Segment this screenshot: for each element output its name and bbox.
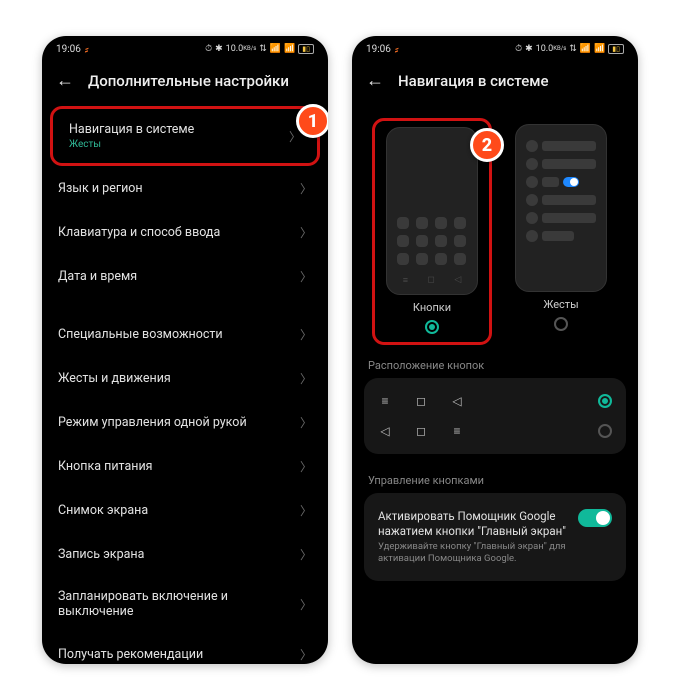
item-keyboard[interactable]: Клавиатура и способ ввода 〉 bbox=[42, 210, 328, 254]
phone-screen-1: 1 19:06 ⸗ ⏱✱ 10.0KB/s ⇅📶📶 ▮▯ ← Дополните… bbox=[42, 36, 328, 664]
back-arrow-icon[interactable]: ← bbox=[366, 72, 384, 90]
screen1-header: ← Дополнительные настройки bbox=[42, 62, 328, 106]
assistant-card: Активировать Помощник Google нажатием кн… bbox=[364, 493, 626, 581]
item-lang-region[interactable]: Язык и регион 〉 bbox=[42, 166, 328, 210]
status-right: ⏱✱ 10.0KB/s ⇅📶📶 ▮▯ bbox=[205, 44, 314, 54]
item-sublabel: Жесты bbox=[69, 139, 194, 150]
nav-order-icons: ≡ ◻ ◁ bbox=[378, 394, 464, 408]
assistant-sub: Удерживайте кнопку "Главный экран" для а… bbox=[378, 541, 578, 565]
radio-layout-2[interactable] bbox=[598, 424, 612, 438]
screen2-header: ← Навигация в системе bbox=[352, 62, 638, 106]
square-icon: ◻ bbox=[414, 394, 428, 408]
chevron-right-icon: 〉 bbox=[300, 502, 312, 519]
menu-icon: ≡ bbox=[378, 394, 392, 408]
layout-option-1[interactable]: ≡ ◻ ◁ bbox=[374, 386, 616, 416]
screen2-title: Навигация в системе bbox=[398, 72, 549, 90]
item-label: Навигация в системе bbox=[69, 122, 194, 137]
triangle-left-icon: ◁ bbox=[450, 394, 464, 408]
preview-gestures bbox=[515, 124, 607, 292]
item-gestures[interactable]: Жесты и движения 〉 bbox=[42, 356, 328, 400]
layout-option-2[interactable]: ◁ ◻ ≡ bbox=[374, 416, 616, 446]
square-icon: ◻ bbox=[414, 424, 428, 438]
chevron-right-icon: 〉 bbox=[300, 596, 312, 613]
status-bar: 19:06 ⸗ ⏱✱ 10.0KB/s ⇅📶📶 ▮▯ bbox=[42, 36, 328, 62]
section-gap bbox=[42, 298, 328, 312]
item-nav-system[interactable]: Навигация в системе Жесты 〉 bbox=[53, 109, 317, 163]
status-accent-icon: ⸗ bbox=[84, 43, 90, 56]
choice-gestures[interactable]: Жесты bbox=[504, 118, 618, 345]
item-screen-rec[interactable]: Запись экрана 〉 bbox=[42, 532, 328, 576]
button-layout-card: ≡ ◻ ◁ ◁ ◻ ≡ bbox=[364, 378, 626, 454]
status-bar: 19:06 ⸗ ⏱✱ 10.0KB/s ⇅📶📶 ▮▯ bbox=[352, 36, 638, 62]
chevron-right-icon: 〉 bbox=[300, 414, 312, 431]
chevron-right-icon: 〉 bbox=[300, 458, 312, 475]
highlight-nav-system: Навигация в системе Жесты 〉 bbox=[50, 106, 320, 166]
preview-navbar-icons: ≡◻◁ bbox=[393, 271, 471, 286]
section-button-layout: Расположение кнопок bbox=[352, 349, 638, 378]
step-badge-1: 1 bbox=[296, 104, 328, 138]
item-power-btn[interactable]: Кнопка питания 〉 bbox=[42, 444, 328, 488]
choice-gestures-label: Жесты bbox=[543, 298, 578, 311]
chevron-right-icon: 〉 bbox=[300, 646, 312, 663]
choice-buttons-label: Кнопки bbox=[413, 301, 451, 314]
screen1-list: Навигация в системе Жесты 〉 Язык и регио… bbox=[42, 106, 328, 664]
item-accessibility[interactable]: Специальные возможности 〉 bbox=[42, 312, 328, 356]
item-recommend[interactable]: Получать рекомендации 〉 bbox=[42, 632, 328, 664]
status-time: 19:06 bbox=[56, 44, 81, 55]
triangle-left-icon: ◁ bbox=[378, 424, 392, 438]
screen1-title: Дополнительные настройки bbox=[88, 72, 289, 90]
radio-layout-1[interactable] bbox=[598, 394, 612, 408]
assistant-toggle[interactable] bbox=[578, 509, 612, 527]
chevron-right-icon: 〉 bbox=[300, 546, 312, 563]
status-accent-icon: ⸗ bbox=[394, 43, 400, 56]
menu-icon: ≡ bbox=[450, 424, 464, 438]
assistant-title: Активировать Помощник Google нажатием кн… bbox=[378, 509, 578, 539]
status-time: 19:06 bbox=[366, 44, 391, 55]
item-date-time[interactable]: Дата и время 〉 bbox=[42, 254, 328, 298]
nav-order-icons: ◁ ◻ ≡ bbox=[378, 424, 464, 438]
radio-gestures[interactable] bbox=[554, 317, 568, 331]
chevron-right-icon: 〉 bbox=[300, 180, 312, 197]
chevron-right-icon: 〉 bbox=[300, 224, 312, 241]
chevron-right-icon: 〉 bbox=[300, 326, 312, 343]
phone-screen-2: 2 19:06 ⸗ ⏱✱ 10.0KB/s ⇅📶📶 ▮▯ ← Навигация… bbox=[352, 36, 638, 664]
item-scheduled[interactable]: Запланировать включение и выключение 〉 bbox=[42, 576, 328, 632]
item-google-assistant[interactable]: Активировать Помощник Google нажатием кн… bbox=[374, 501, 616, 573]
section-button-manage: Управление кнопками bbox=[352, 464, 638, 493]
item-one-hand[interactable]: Режим управления одной рукой 〉 bbox=[42, 400, 328, 444]
step-badge-2: 2 bbox=[470, 128, 504, 162]
back-arrow-icon[interactable]: ← bbox=[56, 72, 74, 90]
chevron-right-icon: 〉 bbox=[300, 268, 312, 285]
preview-buttons: ≡◻◁ bbox=[386, 127, 478, 295]
chevron-right-icon: 〉 bbox=[300, 370, 312, 387]
radio-buttons[interactable] bbox=[425, 320, 439, 334]
item-screenshot[interactable]: Снимок экрана 〉 bbox=[42, 488, 328, 532]
status-right: ⏱✱ 10.0KB/s ⇅📶📶 ▮▯ bbox=[515, 44, 624, 54]
